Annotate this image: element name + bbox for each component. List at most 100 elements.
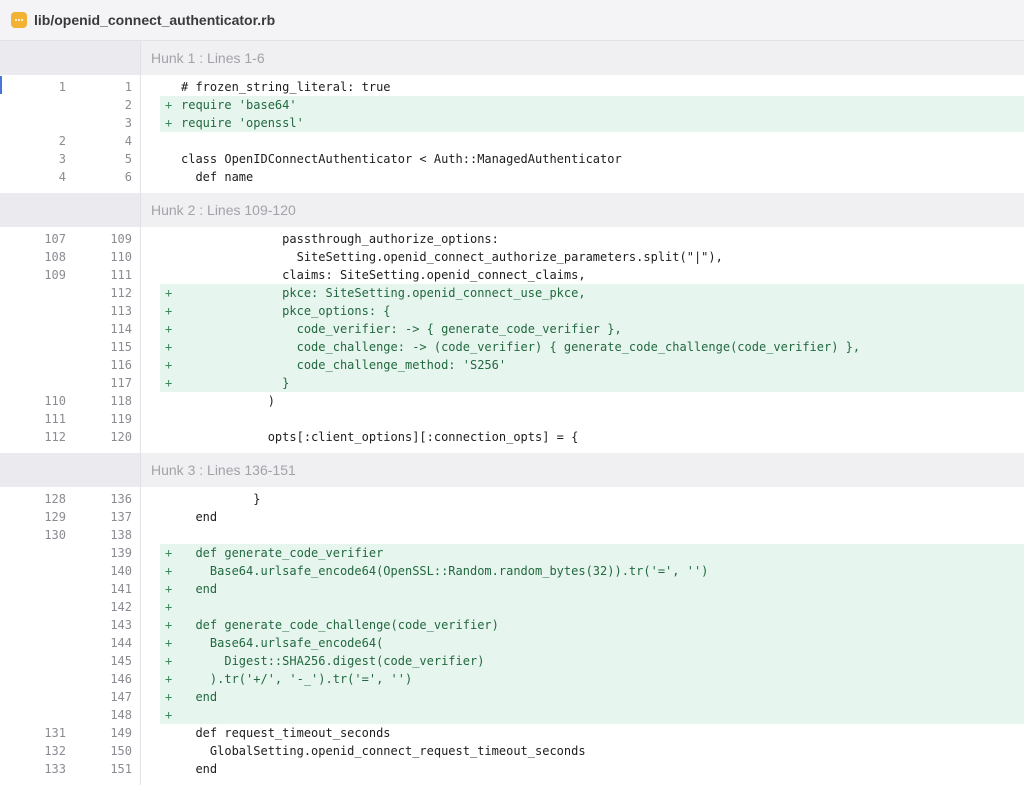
hunk-header[interactable]: Hunk 1 : Lines 1-6 — [0, 41, 1024, 75]
code-text: end — [181, 690, 218, 704]
context-line[interactable]: 107 109 passthrough_authorize_options: — [0, 230, 1024, 248]
context-line[interactable]: 1 1 # frozen_string_literal: true — [0, 78, 1024, 96]
context-line[interactable]: 133 151 end — [0, 760, 1024, 778]
added-line[interactable]: 117 + } — [0, 374, 1024, 392]
code-text: Base64.urlsafe_encode64(OpenSSL::Random.… — [181, 564, 709, 578]
added-line-highlight — [160, 688, 1024, 706]
code-text: SiteSetting.openid_connect_authorize_par… — [181, 250, 723, 264]
code-text: end — [181, 762, 218, 776]
new-line-number: 2 — [124, 98, 132, 112]
code-text: require 'base64' — [181, 98, 297, 112]
file-ellipsis-icon — [11, 12, 27, 28]
new-line-number: 111 — [110, 268, 132, 282]
code-text: class OpenIDConnectAuthenticator < Auth:… — [181, 152, 622, 166]
old-line-number: 111 — [44, 412, 66, 426]
diff-sign: + — [165, 376, 173, 390]
context-line[interactable]: 129 137 end — [0, 508, 1024, 526]
added-line[interactable]: 2 + require 'base64' — [0, 96, 1024, 114]
code-text: claims: SiteSetting.openid_connect_claim… — [181, 268, 586, 282]
added-line-highlight — [160, 374, 1024, 392]
code-text: code_challenge_method: 'S256' — [181, 358, 507, 372]
old-line-number: 2 — [58, 134, 66, 148]
diff-sign: + — [165, 654, 173, 668]
context-line[interactable]: 4 6 def name — [0, 168, 1024, 186]
hunk-label: Hunk 3 : Lines 136-151 — [151, 462, 296, 478]
new-line-number: 144 — [110, 636, 132, 650]
context-line[interactable]: 128 136 } — [0, 490, 1024, 508]
added-line[interactable]: 143 + def generate_code_challenge(code_ve… — [0, 616, 1024, 634]
added-line[interactable]: 112 + pkce: SiteSetting.openid_connect_us… — [0, 284, 1024, 302]
file-header[interactable]: lib/openid_connect_authenticator.rb — [0, 0, 1024, 41]
old-line-number: 107 — [44, 232, 66, 246]
new-line-number: 112 — [110, 286, 132, 300]
hunk-label: Hunk 1 : Lines 1-6 — [151, 50, 265, 66]
added-line[interactable]: 140 + Base64.urlsafe_encode64(OpenSSL::Ra… — [0, 562, 1024, 580]
new-line-number: 145 — [110, 654, 132, 668]
code-text: def generate_code_challenge(code_verifie… — [181, 618, 499, 632]
context-line[interactable]: 112 120 opts[:client_options][:connection… — [0, 428, 1024, 446]
code-text: passthrough_authorize_options: — [181, 232, 499, 246]
context-line[interactable]: 131 149 def request_timeout_seconds — [0, 724, 1024, 742]
added-line[interactable]: 142 + — [0, 598, 1024, 616]
new-line-number: 6 — [124, 170, 132, 184]
diff-sign: + — [165, 708, 173, 722]
context-line[interactable]: 110 118 ) — [0, 392, 1024, 410]
diff-sign: + — [165, 636, 173, 650]
context-line[interactable]: 130 138 — [0, 526, 1024, 544]
hunk-label: Hunk 2 : Lines 109-120 — [151, 202, 296, 218]
new-line-number: 147 — [110, 690, 132, 704]
old-line-number: 3 — [58, 152, 66, 166]
new-line-number: 110 — [110, 250, 132, 264]
added-line[interactable]: 139 + def generate_code_verifier — [0, 544, 1024, 562]
hunk-header[interactable]: Hunk 2 : Lines 109-120 — [0, 193, 1024, 227]
context-line[interactable]: 108 110 SiteSetting.openid_connect_author… — [0, 248, 1024, 266]
new-line-number: 142 — [110, 600, 132, 614]
added-line[interactable]: 114 + code_verifier: -> { generate_code_v… — [0, 320, 1024, 338]
new-line-number: 119 — [110, 412, 132, 426]
added-line[interactable]: 141 + end — [0, 580, 1024, 598]
diff-sign: + — [165, 340, 173, 354]
code-text: require 'openssl' — [181, 116, 304, 130]
context-line[interactable]: 3 5 class OpenIDConnectAuthenticator < Aut… — [0, 150, 1024, 168]
diff-sign: + — [165, 286, 173, 300]
old-line-number: 129 — [44, 510, 66, 524]
context-line[interactable]: 109 111 claims: SiteSetting.openid_connec… — [0, 266, 1024, 284]
old-line-number: 131 — [44, 726, 66, 740]
new-line-number: 139 — [110, 546, 132, 560]
new-line-number: 114 — [110, 322, 132, 336]
added-line[interactable]: 115 + code_challenge: -> (code_verifier) … — [0, 338, 1024, 356]
new-line-number: 150 — [110, 744, 132, 758]
added-line-highlight — [160, 598, 1024, 616]
added-line[interactable]: 148 + — [0, 706, 1024, 724]
code-text: ).tr('+/', '-_').tr('=', '') — [181, 672, 413, 686]
added-line[interactable]: 145 + Digest::SHA256.digest(code_verifier… — [0, 652, 1024, 670]
added-line[interactable]: 147 + end — [0, 688, 1024, 706]
new-line-number: 115 — [110, 340, 132, 354]
context-line[interactable]: 24 — [0, 132, 1024, 150]
old-line-number: 132 — [44, 744, 66, 758]
code-text: Digest::SHA256.digest(code_verifier) — [181, 654, 485, 668]
context-line[interactable]: 111 119 — [0, 410, 1024, 428]
new-line-number: 136 — [110, 492, 132, 506]
diff-sign: + — [165, 546, 173, 560]
old-line-number: 1 — [58, 80, 66, 94]
added-line[interactable]: 144 + Base64.urlsafe_encode64( — [0, 634, 1024, 652]
old-line-number: 130 — [44, 528, 66, 542]
hunk-header[interactable]: Hunk 3 : Lines 136-151 — [0, 453, 1024, 487]
code-text: Base64.urlsafe_encode64( — [181, 636, 384, 650]
diff-sign: + — [165, 564, 173, 578]
code-text: } — [181, 492, 261, 506]
context-line[interactable]: 132 150 GlobalSetting.openid_connect_requ… — [0, 742, 1024, 760]
new-line-number: 149 — [110, 726, 132, 740]
code-text: pkce_options: { — [181, 304, 391, 318]
code-text: opts[:client_options][:connection_opts] … — [181, 430, 579, 444]
new-line-number: 138 — [110, 528, 132, 542]
code-text: ) — [181, 394, 275, 408]
added-line[interactable]: 146 + ).tr('+/', '-_').tr('=', '') — [0, 670, 1024, 688]
code-text: GlobalSetting.openid_connect_request_tim… — [181, 744, 586, 758]
old-line-number: 108 — [44, 250, 66, 264]
new-line-number: 109 — [110, 232, 132, 246]
added-line[interactable]: 113 + pkce_options: { — [0, 302, 1024, 320]
added-line[interactable]: 3 + require 'openssl' — [0, 114, 1024, 132]
added-line[interactable]: 116 + code_challenge_method: 'S256' — [0, 356, 1024, 374]
